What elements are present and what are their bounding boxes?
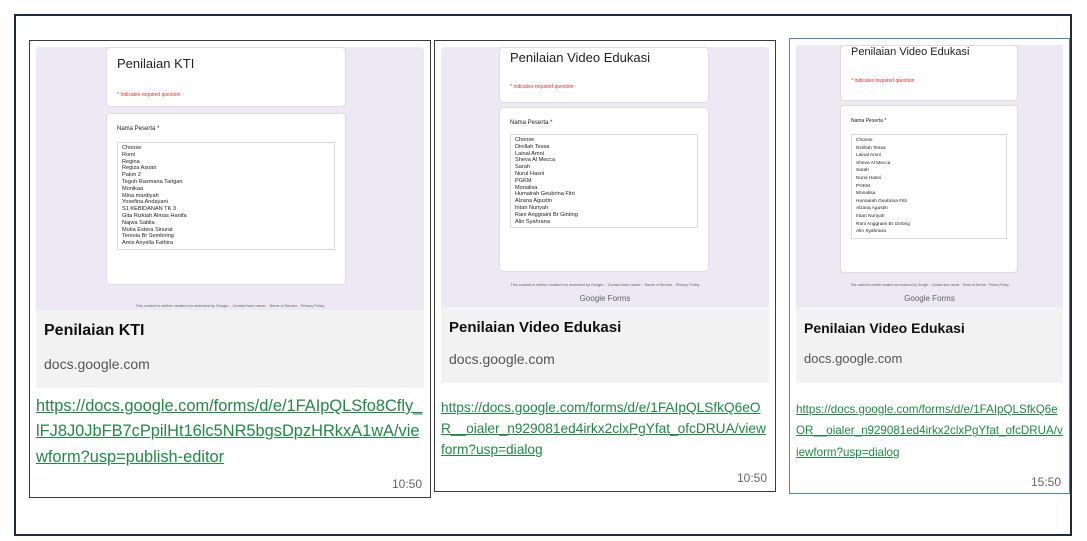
option-item[interactable]: Sheva Al Mecca — [515, 157, 693, 164]
option-item[interactable]: Teresia Br Sembiring — [122, 233, 330, 240]
option-item[interactable]: Romi — [122, 152, 330, 159]
option-item[interactable]: PGKM — [515, 178, 693, 185]
question-label: Nama Peserta * — [510, 120, 553, 126]
form-preview-image: Penilaian KTI * Indicates required quest… — [36, 47, 424, 310]
option-item[interactable]: Alin Syahrana — [856, 228, 1002, 236]
form-preview-image: Penilaian Video Edukasi * Indicates requ… — [796, 45, 1063, 307]
form-title: Penilaian Video Edukasi — [851, 46, 970, 58]
option-item[interactable]: S1 KEBIDANAN TK 3 — [122, 206, 330, 213]
option-item[interactable]: Regina — [122, 159, 330, 166]
option-item[interactable]: Humairah Geubrina Fitri — [515, 191, 693, 198]
option-item[interactable]: Najwa Sabila — [122, 220, 330, 227]
preview-domain: docs.google.com — [44, 356, 150, 372]
option-item[interactable]: Sheva Al Mecca — [856, 160, 1002, 168]
option-item[interactable]: Sarah — [856, 167, 1002, 175]
option-item[interactable]: Choose — [515, 137, 693, 144]
option-item[interactable]: Nurul Hasni — [856, 175, 1002, 183]
link-preview-meta: Penilaian KTI docs.google.com — [36, 310, 424, 388]
option-item[interactable]: Rani Anggraini Br Ginting — [515, 212, 693, 219]
option-item[interactable]: Regiza Asnan — [122, 165, 330, 172]
option-item[interactable]: Yosefina Andayani — [122, 199, 330, 206]
link-preview-meta: Penilaian Video Edukasi docs.google.com — [796, 307, 1063, 383]
option-item[interactable]: PGKM — [856, 183, 1002, 191]
link-preview-meta: Penilaian Video Edukasi docs.google.com — [441, 307, 769, 383]
message-timestamp: 10:50 — [391, 477, 422, 491]
option-item[interactable]: Intan Nuriyah — [515, 205, 693, 212]
form-footer-note: This content is neither created nor endo… — [135, 304, 325, 308]
preview-title: Penilaian Video Edukasi — [804, 320, 965, 336]
form-url-link[interactable]: https://docs.google.com/forms/d/e/1FAIpQ… — [796, 399, 1063, 463]
dropdown-options-list[interactable]: Choose Dinillah Tessa Lainal Amni Sheva … — [851, 134, 1007, 239]
option-item[interactable]: Humairah Geubrina Fitri — [856, 198, 1002, 206]
required-note: * Indicates required question — [510, 84, 574, 90]
option-item[interactable]: Teguh Rasmana Tarigan — [122, 179, 330, 186]
preview-domain: docs.google.com — [804, 351, 903, 366]
message-timestamp: 15:50 — [1030, 475, 1061, 489]
option-item[interactable]: Monalisa — [515, 185, 693, 192]
option-item[interactable]: Amis Anyella Fathira — [122, 240, 330, 247]
question-card: Nama Peserta * Choose Romi Regina Regiza… — [106, 113, 346, 285]
option-item[interactable]: Dinillah Tessa — [856, 145, 1002, 153]
option-item[interactable]: Mina mardiyah — [122, 193, 330, 200]
option-item[interactable]: Dinillah Tessa — [515, 144, 693, 151]
form-footer-note: This content is neither created nor endo… — [850, 283, 1009, 287]
option-item[interactable]: Monikaa — [122, 186, 330, 193]
google-forms-logo: Google Forms — [904, 294, 955, 303]
form-title-card: Penilaian Video Edukasi * Indicates requ… — [840, 45, 1018, 101]
form-title: Penilaian KTI — [117, 56, 195, 71]
preview-domain: docs.google.com — [449, 351, 555, 367]
option-item[interactable]: Mutia Estera Sinurat — [122, 227, 330, 234]
option-item[interactable]: Lainal Amni — [515, 151, 693, 158]
preview-title: Penilaian Video Edukasi — [449, 319, 622, 336]
option-item[interactable]: Lainal Amni — [856, 152, 1002, 160]
form-url-link[interactable]: https://docs.google.com/forms/d/e/1FAIpQ… — [441, 397, 769, 461]
option-item[interactable]: Monalisa — [856, 190, 1002, 198]
option-item[interactable]: Gita Rizkiah Almas Hanifa — [122, 213, 330, 220]
preview-title: Penilaian KTI — [44, 322, 145, 339]
message-timestamp: 10:50 — [736, 471, 767, 485]
option-item[interactable]: Choose — [856, 137, 1002, 145]
required-note: * Indicates required question — [117, 92, 181, 98]
dropdown-options-list[interactable]: Choose Dinillah Tessa Lainal Amni Sheva … — [510, 134, 698, 229]
option-item[interactable]: Sarah — [515, 164, 693, 171]
option-item[interactable]: Pakm 2 — [122, 172, 330, 179]
option-item[interactable]: Intan Nuriyah — [856, 213, 1002, 221]
form-footer-note: This content is neither created nor endo… — [510, 283, 700, 287]
option-item[interactable]: Alzana Agustin — [515, 198, 693, 205]
form-title-card: Penilaian Video Edukasi * Indicates requ… — [499, 47, 709, 103]
question-card: Nama Peserta * Choose Dinillah Tessa Lai… — [499, 107, 709, 272]
link-preview-card-video-1[interactable]: Penilaian Video Edukasi * Indicates requ… — [434, 40, 776, 492]
option-item[interactable]: Choose — [122, 145, 330, 152]
option-item[interactable]: Alzana Agustin — [856, 205, 1002, 213]
link-preview-card-video-2[interactable]: Penilaian Video Edukasi * Indicates requ… — [789, 38, 1070, 494]
form-url-link[interactable]: https://docs.google.com/forms/d/e/1FAIpQ… — [36, 394, 424, 470]
link-preview-card-kti[interactable]: Penilaian KTI * Indicates required quest… — [29, 40, 431, 498]
form-title: Penilaian Video Edukasi — [510, 50, 650, 65]
dropdown-options-list[interactable]: Choose Romi Regina Regiza Asnan Pakm 2 T… — [117, 142, 335, 250]
question-card: Nama Peserta * Choose Dinillah Tessa Lai… — [840, 105, 1018, 273]
question-label: Nama Peserta * — [117, 126, 160, 132]
question-label: Nama Peserta * — [851, 118, 887, 124]
form-title-card: Penilaian KTI * Indicates required quest… — [106, 47, 346, 107]
option-item[interactable]: Alin Syahrana — [515, 219, 693, 226]
google-forms-logo: Google Forms — [579, 294, 631, 303]
form-preview-image: Penilaian Video Edukasi * Indicates requ… — [441, 47, 769, 307]
required-note: * Indicates required question — [851, 78, 915, 84]
option-item[interactable]: Nurul Hasni — [515, 171, 693, 178]
option-item[interactable]: Rani Anggraini Br Ginting — [856, 221, 1002, 229]
